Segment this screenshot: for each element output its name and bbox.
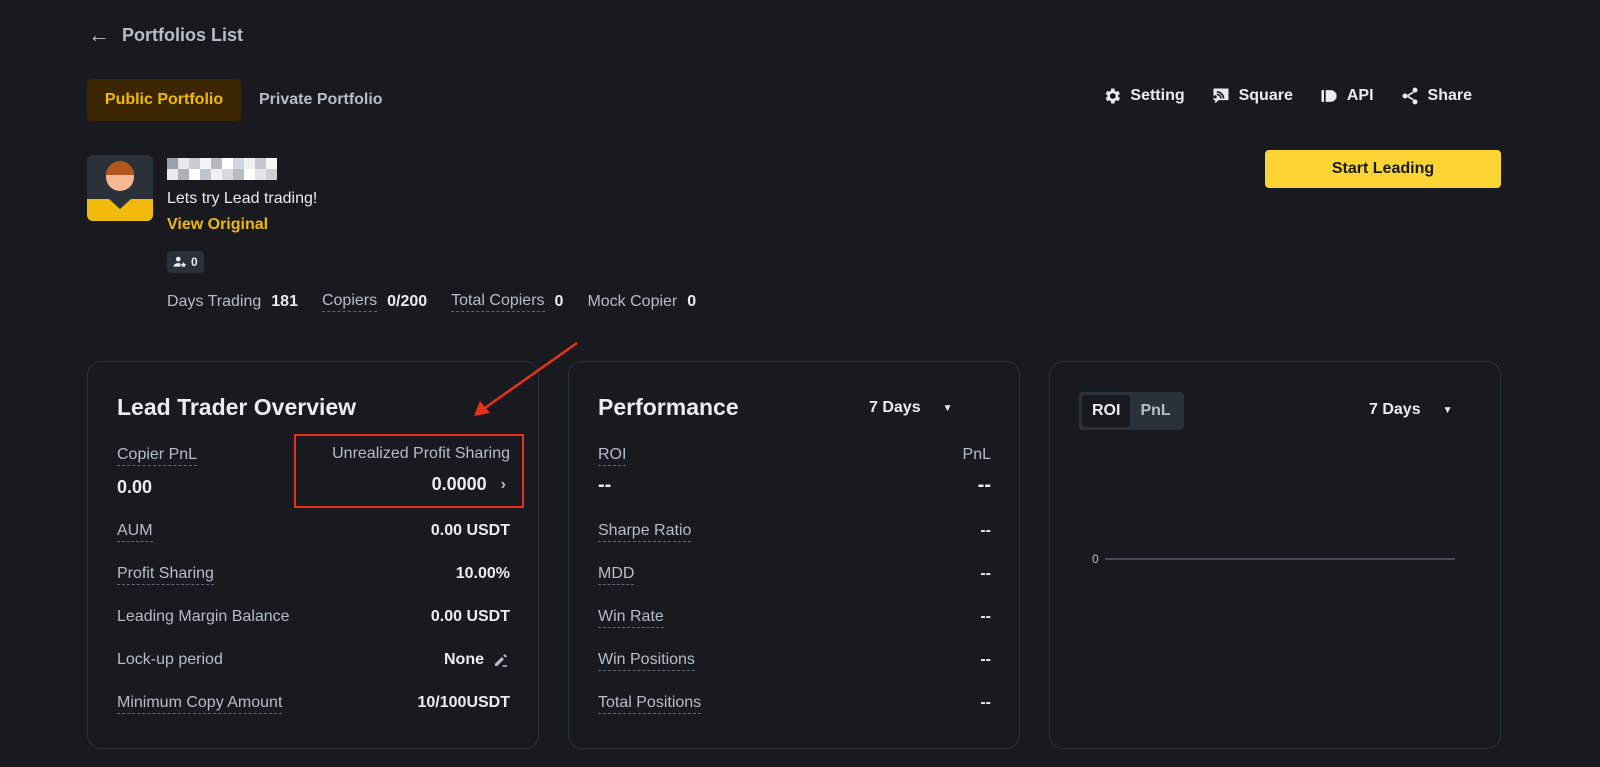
share-icon [1402,87,1418,105]
chart-baseline [1105,558,1455,560]
performance-title: Performance [598,394,739,420]
win-rate-value: -- [980,608,991,625]
back-link-label: Portfolios List [122,24,243,45]
unrealized-profit-sharing-value: 0.0000 [431,474,487,494]
trader-stats: Days Trading 181 Copiers 0/200 Total Cop… [167,292,720,312]
share-button[interactable]: Share [1400,86,1472,106]
performance-period-dropdown[interactable]: 7 Days ▼ [869,399,953,417]
mock-copier-value: 0 [687,293,697,310]
lockup-period-label: Lock-up period [117,651,223,668]
leading-margin-balance-label: Leading Margin Balance [117,608,290,625]
days-trading-value: 181 [271,293,298,310]
copiers-value: 0/200 [387,293,428,310]
roi-label[interactable]: ROI [598,446,627,466]
sharpe-ratio-label[interactable]: Sharpe Ratio [598,522,692,542]
performance-card: Performance 7 Days ▼ ROI -- PnL -- Sharp… [568,361,1020,749]
tab-public-portfolio[interactable]: Public Portfolio [87,79,241,121]
square-feed-icon [1213,88,1229,104]
back-link[interactable]: ← Portfolios List [88,24,243,46]
annotation-arrow [474,341,578,416]
square-label: Square [1238,87,1293,104]
chart-period-value: 7 Days [1369,401,1421,418]
chevron-right-icon[interactable]: › [501,476,506,494]
profile-bio: Lets try Lead trading! [167,190,318,207]
chart-zero-label: 0 [1092,552,1099,566]
avatar [87,155,153,221]
follower-count: 0 [191,255,198,269]
minimum-copy-amount-label[interactable]: Minimum Copy Amount [117,694,283,714]
tab-private-portfolio[interactable]: Private Portfolio [259,79,383,121]
roi-value: -- [598,474,612,496]
mock-copier-label: Mock Copier [587,293,678,310]
lockup-period-row: None [444,651,510,669]
share-label: Share [1427,87,1472,104]
aum-label[interactable]: AUM [117,522,153,542]
follower-badge: 0 [167,251,204,273]
mdd-label[interactable]: MDD [598,565,635,585]
chart-period-dropdown[interactable]: 7 Days ▼ [1369,401,1453,419]
leading-margin-balance-value: 0.00 USDT [430,608,510,625]
performance-period-value: 7 Days [869,399,921,416]
setting-button[interactable]: Setting [1102,86,1185,106]
caret-down-icon: ▼ [1442,404,1453,416]
pnl-label: PnL [962,446,991,463]
roi-pnl-toggle: ROI PnL [1079,392,1184,430]
roi-chart-card: ROI PnL 7 Days ▼ 0 [1049,361,1501,749]
copier-pnl-value: 0.00 [117,477,153,497]
total-copiers-value: 0 [554,293,564,310]
profit-sharing-label[interactable]: Profit Sharing [117,565,214,585]
header-actions: Setting Square API Share [1102,86,1472,106]
lockup-period-value: None [444,651,484,668]
unrealized-profit-sharing-row[interactable]: 0.0000 › [432,474,506,495]
aum-value: 0.00 USDT [430,522,510,539]
arrow-left-icon: ← [88,22,110,47]
api-plug-icon [1321,90,1337,102]
api-label: API [1346,87,1374,104]
win-positions-value: -- [980,651,991,668]
toggle-pnl[interactable]: PnL [1130,395,1180,427]
setting-label: Setting [1130,87,1185,104]
caret-down-icon: ▼ [942,402,953,414]
total-copiers-label[interactable]: Total Copiers [451,292,545,312]
unrealized-profit-sharing-label: Unrealized Profit Sharing [332,445,510,462]
username-redacted [167,158,279,180]
minimum-copy-amount-value: 10/100USDT [417,694,511,711]
copier-pnl-label[interactable]: Copier PnL [117,446,198,466]
edit-icon[interactable] [492,651,510,669]
square-button[interactable]: Square [1211,86,1293,106]
users-star-icon [173,256,187,268]
copiers-label[interactable]: Copiers [321,292,378,312]
win-positions-label[interactable]: Win Positions [598,651,695,671]
view-original-link[interactable]: View Original [167,216,268,234]
sharpe-ratio-value: -- [980,522,991,539]
total-positions-label[interactable]: Total Positions [598,694,702,714]
toggle-roi[interactable]: ROI [1082,395,1131,427]
total-positions-value: -- [980,694,991,711]
profit-sharing-value: 10.00% [455,565,510,582]
mdd-value: -- [980,565,991,582]
pnl-value: -- [977,474,991,496]
api-button[interactable]: API [1319,86,1374,106]
gear-icon [1106,88,1121,104]
overview-title: Lead Trader Overview [117,394,357,420]
start-leading-button[interactable]: Start Leading [1265,150,1501,188]
win-rate-label[interactable]: Win Rate [598,608,664,628]
days-trading-label: Days Trading [167,293,262,310]
